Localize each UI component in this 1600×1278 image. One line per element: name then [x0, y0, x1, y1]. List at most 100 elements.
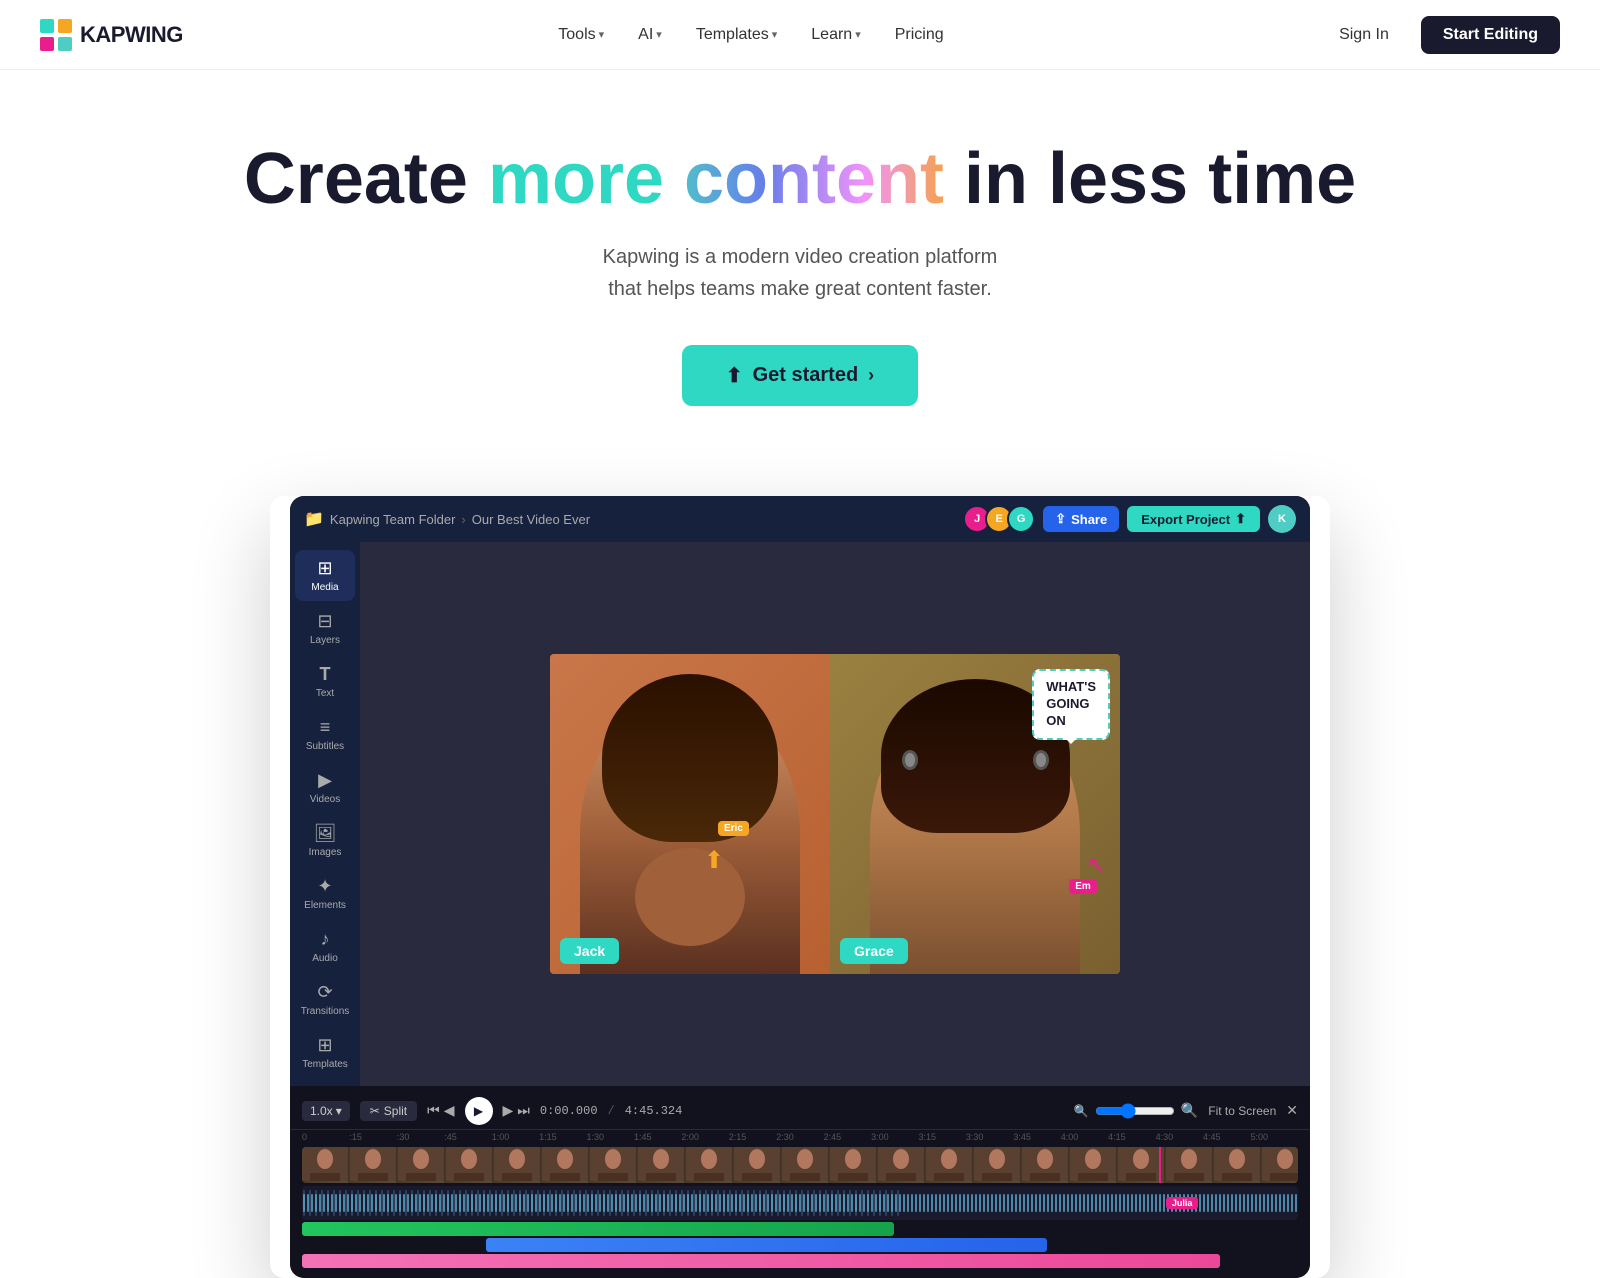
video-preview: Jack ⬆ Eric [550, 654, 1120, 974]
transitions-label: Transitions [301, 1006, 350, 1017]
nav-item-learn[interactable]: Learn ▾ [797, 18, 874, 52]
elements-label: Elements [304, 900, 346, 911]
sidebar-tool-videos[interactable]: ▶ Videos [295, 762, 355, 813]
audio-icon: ♪ [321, 929, 330, 950]
sidebar-tool-text[interactable]: T Text [295, 656, 355, 707]
zoom-slider-controls: 🔍 🔍 [1074, 1102, 1198, 1119]
prev-frame-button[interactable]: ⏮ [427, 1102, 440, 1119]
editor-sidebar: ⊞ Media ⊟ Layers T Text ≡ Subtitles ▶ [290, 542, 360, 1086]
videos-icon: ▶ [318, 770, 332, 791]
logo-text: KAPWING [80, 22, 183, 48]
transitions-icon: ⟳ [317, 982, 332, 1003]
pink-track[interactable] [302, 1254, 1220, 1268]
zoom-control[interactable]: 1.0x ▾ [302, 1101, 350, 1121]
current-time-display: 0:00.000 [540, 1104, 598, 1118]
breadcrumb-project[interactable]: Our Best Video Ever [472, 512, 590, 527]
nav-tools-chevron: ▾ [599, 28, 605, 41]
share-icon: ⇪ [1055, 511, 1066, 527]
user-avatar: K [1268, 505, 1296, 533]
start-editing-button[interactable]: Start Editing [1421, 16, 1560, 54]
layers-icon: ⊟ [317, 611, 332, 632]
fit-to-screen-button[interactable]: Fit to Screen [1208, 1104, 1276, 1118]
share-button[interactable]: ⇪ Share [1043, 506, 1119, 532]
cursor-icon: ⬆ [704, 846, 724, 875]
hero-subtitle: Kapwing is a modern video creation platf… [20, 241, 1580, 305]
sign-in-button[interactable]: Sign In [1319, 17, 1409, 53]
sidebar-tool-media[interactable]: ⊞ Media [295, 550, 355, 601]
split-label: Split [384, 1104, 407, 1118]
images-icon: 🖼 [314, 823, 337, 844]
videos-label: Videos [310, 794, 340, 805]
sidebar-tool-images[interactable]: 🖼 Images [295, 815, 355, 866]
zoom-chevron: ▾ [336, 1104, 342, 1118]
export-icon: ⬆ [1235, 511, 1246, 527]
share-label: Share [1071, 512, 1107, 527]
green-track[interactable] [302, 1222, 894, 1236]
logo-icon [40, 19, 72, 51]
cut-icon: ✂ [370, 1104, 380, 1118]
editor-mockup: 📁 Kapwing Team Folder › Our Best Video E… [290, 496, 1310, 1278]
nav-item-ai[interactable]: AI ▾ [624, 18, 676, 52]
eric-cursor-label: Eric [718, 821, 749, 836]
folder-icon: 📁 [304, 509, 324, 529]
split-button[interactable]: ✂ Split [360, 1101, 417, 1121]
grace-label: Grace [854, 943, 894, 959]
editor-topbar: 📁 Kapwing Team Folder › Our Best Video E… [290, 496, 1310, 542]
nav-templates-chevron: ▾ [772, 28, 778, 41]
editor-mockup-container: 📁 Kapwing Team Folder › Our Best Video E… [270, 496, 1330, 1278]
media-label: Media [311, 582, 338, 593]
get-started-label: Get started [753, 364, 859, 387]
hero-title-create: Create [244, 139, 488, 219]
nav-item-pricing[interactable]: Pricing [881, 18, 958, 52]
sidebar-tool-templates[interactable]: ⊞ Templates [295, 1027, 355, 1078]
zoom-in-icon[interactable]: 🔍 [1181, 1102, 1198, 1119]
zoom-slider[interactable] [1095, 1103, 1175, 1119]
avatar-3: G [1007, 505, 1035, 533]
nav-item-tools[interactable]: Tools ▾ [544, 18, 618, 52]
video-thumbnails [302, 1147, 1298, 1183]
prev-button[interactable]: ◀ [444, 1102, 455, 1119]
breadcrumb-folder[interactable]: Kapwing Team Folder [330, 512, 456, 527]
nav-ai-chevron: ▾ [656, 28, 662, 41]
audio-label: Audio [312, 953, 338, 964]
julia-badge: Julia [1166, 1197, 1199, 1209]
close-timeline-button[interactable]: ✕ [1286, 1102, 1298, 1119]
nav-item-templates[interactable]: Templates ▾ [682, 18, 791, 52]
nav-tools-label: Tools [558, 26, 595, 44]
em-cursor-label: Em [1069, 879, 1097, 894]
subtitles-label: Subtitles [306, 741, 344, 752]
nav-pricing-label: Pricing [895, 26, 944, 44]
next-frame-button[interactable]: ⏭ [517, 1102, 530, 1119]
sidebar-tool-layers[interactable]: ⊟ Layers [295, 603, 355, 654]
export-button[interactable]: Export Project ⬆ [1127, 506, 1260, 532]
sidebar-tool-audio[interactable]: ♪ Audio [295, 921, 355, 972]
navbar: KAPWING Tools ▾ AI ▾ Templates ▾ Learn ▾… [0, 0, 1600, 70]
forward-controls: ▶ ⏭ [503, 1102, 530, 1119]
editor-main: ⊞ Media ⊟ Layers T Text ≡ Subtitles ▶ [290, 542, 1310, 1086]
hero-title: Create more content in less time [20, 140, 1580, 219]
blue-track[interactable] [486, 1238, 1047, 1252]
nav-learn-chevron: ▾ [855, 28, 861, 41]
logo[interactable]: KAPWING [40, 19, 183, 51]
play-button[interactable]: ▶ [465, 1097, 493, 1125]
hero-title-content: content [664, 139, 964, 219]
hero-section: Create more content in less time Kapwing… [0, 70, 1600, 446]
playhead[interactable] [1159, 1147, 1161, 1183]
images-label: Images [309, 847, 342, 858]
templates-icon: ⊞ [317, 1035, 332, 1056]
breadcrumb-separator: › [461, 512, 465, 527]
layers-label: Layers [310, 635, 340, 646]
sidebar-tool-subtitles[interactable]: ≡ Subtitles [295, 709, 355, 760]
templates-label: Templates [302, 1059, 348, 1070]
get-started-button[interactable]: ⬆ Get started › [682, 345, 918, 406]
export-label: Export Project [1141, 512, 1230, 527]
sidebar-tool-transitions[interactable]: ⟳ Transitions [295, 974, 355, 1025]
editor-timeline: 1.0x ▾ ✂ Split ⏮ ◀ ▶ ▶ ⏭ 0:00.000 / [290, 1086, 1310, 1278]
zoom-out-icon[interactable]: 🔍 [1074, 1104, 1089, 1118]
collaborator-avatars: J E G [969, 505, 1035, 533]
nav-learn-label: Learn [811, 26, 852, 44]
sidebar-tool-elements[interactable]: ✦ Elements [295, 868, 355, 919]
julia-cursor-icon: ↖ [1087, 852, 1105, 878]
audio-waveform-svg [302, 1186, 1298, 1220]
next-button[interactable]: ▶ [503, 1102, 514, 1119]
